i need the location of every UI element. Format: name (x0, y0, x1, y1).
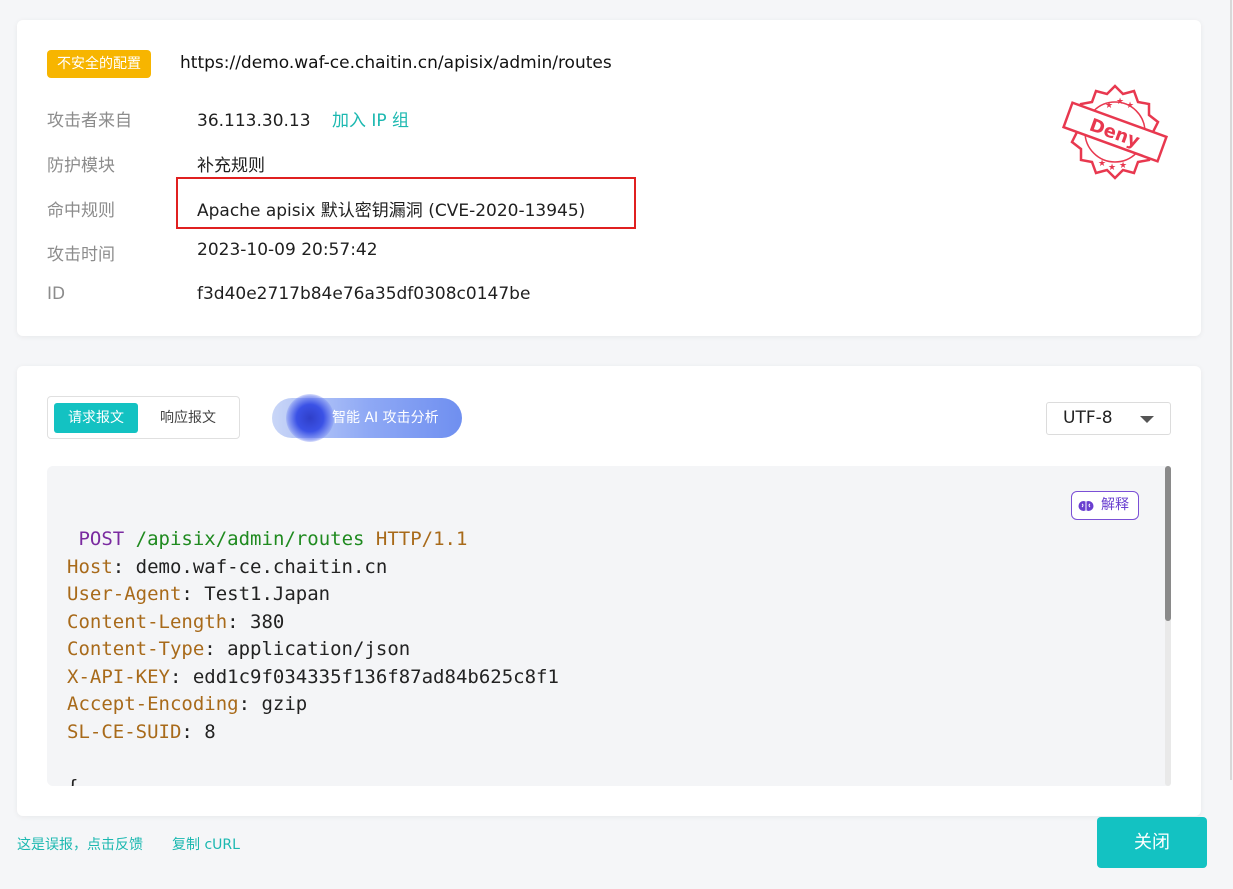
label-attack-time: 攻击时间 (47, 245, 115, 265)
header-line: Content-Type: application/json (67, 638, 411, 660)
message-tabs: 请求报文 响应报文 (47, 396, 240, 439)
explain-label: 解释 (1101, 497, 1129, 513)
encoding-value: UTF-8 (1063, 408, 1113, 428)
header-key: Content-Type (67, 638, 205, 660)
value-attacker-ip: 36.113.30.13 加入 IP 组 (197, 106, 409, 131)
header-line: Host: demo.waf-ce.chaitin.cn (67, 555, 388, 578)
header-value: 8 (204, 720, 216, 743)
copy-curl-link[interactable]: 复制 cURL (172, 834, 240, 854)
header-line: User-Agent: Test1.Japan (67, 583, 331, 605)
header-line: SL-CE-SUID: 8 (67, 720, 216, 743)
close-button[interactable]: 关闭 (1097, 817, 1207, 868)
false-positive-feedback-link[interactable]: 这是误报，点击反馈 (17, 834, 143, 854)
svg-text:★: ★ (1105, 101, 1113, 111)
ai-attack-analysis-button[interactable]: 智能 AI 攻击分析 (272, 394, 462, 442)
header-value: Test1.Japan (204, 583, 331, 605)
request-message-card: 请求报文 响应报文 智能 AI 攻击分析 UTF-8 解释 POST /apis… (17, 366, 1201, 816)
body-start: { (67, 776, 78, 787)
tab-request-message[interactable]: 请求报文 (54, 403, 138, 433)
encoding-select[interactable]: UTF-8 (1046, 402, 1171, 435)
header-key: Accept-Encoding (67, 693, 239, 715)
header-value: edd1c9f034335f136f87ad84b625c8f1 (192, 665, 559, 688)
risk-badge: 不安全的配置 (47, 50, 151, 78)
header-key: Content-Length (67, 610, 228, 633)
deny-stamp-icon: Deny ★ ★ ★ ★ ★ ★ (1061, 84, 1169, 180)
window-edge (1230, 0, 1232, 780)
svg-text:★: ★ (1108, 163, 1116, 173)
request-url: https://demo.waf-ce.chaitin.cn/apisix/ad… (180, 53, 612, 73)
http-version: HTTP/1.1 (375, 528, 468, 550)
header-line: Content-Length: 380 (67, 610, 285, 633)
value-attack-time: 2023-10-09 20:57:42 (197, 240, 378, 260)
header-key: SL-CE-SUID (67, 720, 182, 743)
header-key: Host (67, 555, 113, 578)
tab-response-message[interactable]: 响应报文 (146, 403, 230, 433)
explain-button[interactable]: 解释 (1071, 491, 1139, 520)
brain-icon (1078, 501, 1094, 511)
value-protection-module: 补充规则 (197, 156, 265, 176)
attacker-ip: 36.113.30.13 (197, 111, 311, 131)
header-line: X-API-KEY: edd1c9f034335f136f87ad84b625c… (67, 665, 559, 688)
chevron-down-icon (1140, 416, 1154, 423)
header-value: demo.waf-ce.chaitin.cn (135, 555, 388, 578)
label-hit-rule: 命中规则 (47, 201, 115, 221)
code-scrollbar-thumb[interactable] (1165, 466, 1171, 621)
svg-text:★: ★ (1116, 97, 1124, 107)
label-protection-module: 防护模块 (47, 156, 115, 176)
code-scrollbar[interactable] (1165, 466, 1171, 786)
label-attacker-source: 攻击者来自 (47, 111, 132, 131)
svg-text:★: ★ (1126, 101, 1134, 111)
header-value: 380 (250, 610, 285, 633)
attack-detail-card: 不安全的配置 https://demo.waf-ce.chaitin.cn/ap… (17, 20, 1201, 336)
request-code-block: 解释 POST /apisix/admin/routes HTTP/1.1 Ho… (47, 466, 1171, 786)
add-ip-group-link[interactable]: 加入 IP 组 (332, 111, 409, 131)
label-id: ID (47, 284, 66, 304)
header-value: application/json (227, 638, 411, 660)
header-key: User-Agent (67, 583, 182, 605)
http-method: POST (78, 528, 125, 550)
hit-rule-highlight-box (176, 177, 636, 229)
ai-orb-icon (286, 394, 334, 442)
value-id: f3d40e2717b84e76a35df0308c0147be (197, 284, 531, 304)
svg-text:★: ★ (1098, 159, 1106, 169)
request-raw-text: POST /apisix/admin/routes HTTP/1.1 Host:… (67, 526, 559, 786)
request-line: POST /apisix/admin/routes HTTP/1.1 (67, 528, 467, 550)
header-key: X-API-KEY (67, 665, 170, 688)
svg-text:★: ★ (1119, 161, 1127, 171)
http-path: /apisix/admin/routes (135, 528, 365, 550)
header-value: gzip (261, 693, 308, 715)
header-line: Accept-Encoding: gzip (67, 693, 308, 715)
ai-button-label: 智能 AI 攻击分析 (332, 410, 439, 426)
